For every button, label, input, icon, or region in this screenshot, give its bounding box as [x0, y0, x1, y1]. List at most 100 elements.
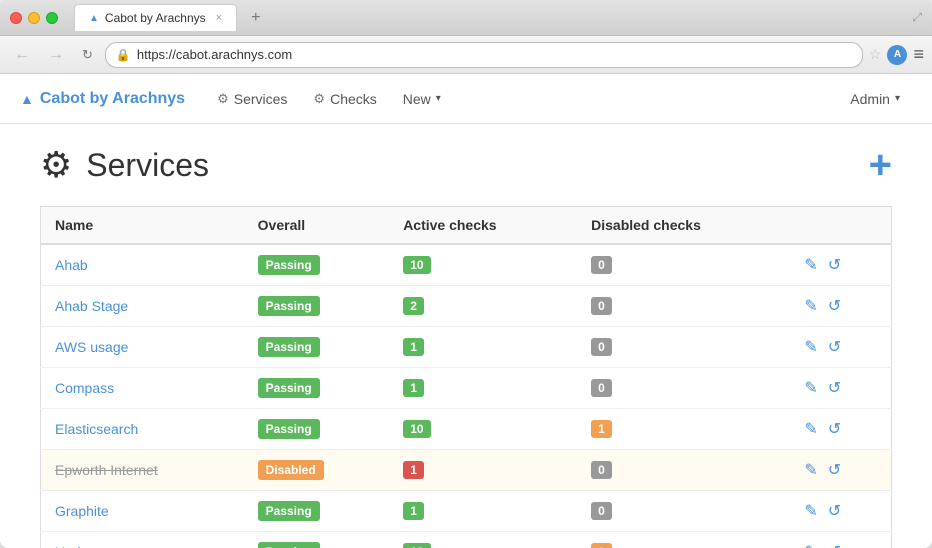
- refresh-service-button[interactable]: ↺: [828, 419, 841, 439]
- main-content: ⚙ Services + Name Overall Active checks …: [0, 124, 932, 548]
- service-name-link[interactable]: Compass: [55, 380, 114, 396]
- table-row: Ahab StagePassing20✎↺: [41, 286, 892, 327]
- active-checks-badge: 1: [403, 379, 424, 397]
- app-content: ▲ Cabot by Arachnys ⚙ Services ⚙ Checks …: [0, 74, 932, 548]
- page-title-area: ⚙ Services: [40, 144, 209, 186]
- checks-gear-icon: ⚙: [313, 91, 325, 107]
- refresh-service-button[interactable]: ↺: [828, 460, 841, 480]
- edit-service-button[interactable]: ✎: [804, 542, 817, 548]
- overall-badge: Passing: [258, 255, 320, 275]
- browser-menu-button[interactable]: ≡: [913, 44, 924, 65]
- bookmark-star-icon[interactable]: ☆: [869, 46, 882, 63]
- refresh-service-button[interactable]: ↺: [828, 501, 841, 521]
- browser-tab[interactable]: ▲ Cabot by Arachnys ×: [74, 4, 237, 31]
- table-row: AWS usagePassing10✎↺: [41, 327, 892, 368]
- address-bar[interactable]: 🔒 https://cabot.arachnys.com: [105, 42, 863, 68]
- edit-service-button[interactable]: ✎: [804, 460, 817, 480]
- action-icons: ✎↺: [804, 255, 877, 275]
- service-name-link[interactable]: Ahab: [55, 257, 88, 273]
- reload-button[interactable]: ↻: [76, 43, 99, 67]
- app-nav: ▲ Cabot by Arachnys ⚙ Services ⚙ Checks …: [0, 74, 932, 124]
- brand-name: Cabot by Arachnys: [40, 90, 185, 108]
- close-dot[interactable]: [10, 12, 22, 24]
- active-checks-badge: 13: [403, 543, 430, 548]
- page-title-icon: ⚙: [40, 144, 72, 186]
- action-icons: ✎↺: [804, 419, 877, 439]
- refresh-service-button[interactable]: ↺: [828, 337, 841, 357]
- url-display: https://cabot.arachnys.com: [137, 47, 852, 62]
- service-name-link[interactable]: Ahab Stage: [55, 298, 128, 314]
- nav-checks-label: Checks: [330, 91, 377, 107]
- nav-checks-link[interactable]: ⚙ Checks: [301, 85, 388, 113]
- table-row: HadoopPassing131✎↺: [41, 532, 892, 548]
- edit-service-button[interactable]: ✎: [804, 255, 817, 275]
- edit-service-button[interactable]: ✎: [804, 337, 817, 357]
- col-active-checks: Active checks: [389, 207, 577, 245]
- service-name-link[interactable]: Graphite: [55, 503, 109, 519]
- new-tab-button[interactable]: +: [243, 3, 268, 33]
- overall-badge: Passing: [258, 296, 320, 316]
- refresh-service-button[interactable]: ↺: [828, 542, 841, 548]
- page-title: Services: [86, 147, 209, 184]
- browser-titlebar: ▲ Cabot by Arachnys × + ⤢: [0, 0, 932, 36]
- admin-caret-icon: ▾: [895, 93, 900, 104]
- new-caret-icon: ▾: [436, 93, 441, 104]
- action-icons: ✎↺: [804, 460, 877, 480]
- col-overall: Overall: [244, 207, 390, 245]
- edit-service-button[interactable]: ✎: [804, 378, 817, 398]
- overall-badge: Passing: [258, 419, 320, 439]
- disabled-checks-badge: 1: [591, 420, 612, 438]
- col-name: Name: [41, 207, 244, 245]
- refresh-service-button[interactable]: ↺: [828, 378, 841, 398]
- disabled-checks-badge: 1: [591, 543, 612, 548]
- action-icons: ✎↺: [804, 542, 877, 548]
- services-table: Name Overall Active checks Disabled chec…: [40, 206, 892, 548]
- service-name-link[interactable]: Epworth Internet: [55, 462, 158, 478]
- browser-toolbar: ← → ↻ 🔒 https://cabot.arachnys.com ☆ A ≡: [0, 36, 932, 74]
- col-actions: [790, 207, 891, 245]
- tab-close-button[interactable]: ×: [216, 12, 222, 24]
- active-checks-badge: 10: [403, 420, 430, 438]
- maximize-dot[interactable]: [46, 12, 58, 24]
- fullscreen-icon[interactable]: ⤢: [912, 10, 922, 25]
- edit-service-button[interactable]: ✎: [804, 501, 817, 521]
- minimize-dot[interactable]: [28, 12, 40, 24]
- table-header: Name Overall Active checks Disabled chec…: [41, 207, 892, 245]
- tab-title: Cabot by Arachnys: [105, 11, 206, 25]
- overall-badge: Passing: [258, 501, 320, 521]
- service-name-link[interactable]: Hadoop: [55, 544, 104, 548]
- active-checks-badge: 1: [403, 461, 424, 479]
- nav-links: ⚙ Services ⚙ Checks New ▾: [205, 85, 838, 113]
- action-icons: ✎↺: [804, 296, 877, 316]
- active-checks-badge: 2: [403, 297, 424, 315]
- edit-service-button[interactable]: ✎: [804, 296, 817, 316]
- table-row: GraphitePassing10✎↺: [41, 491, 892, 532]
- extension-button[interactable]: A: [887, 45, 907, 65]
- overall-badge: Disabled: [258, 460, 324, 480]
- disabled-checks-badge: 0: [591, 297, 612, 315]
- service-name-link[interactable]: AWS usage: [55, 339, 128, 355]
- nav-services-link[interactable]: ⚙ Services: [205, 85, 299, 113]
- back-button[interactable]: ←: [8, 42, 36, 68]
- table-body: AhabPassing100✎↺Ahab StagePassing20✎↺AWS…: [41, 244, 892, 548]
- page-header: ⚙ Services +: [40, 144, 892, 186]
- active-checks-badge: 1: [403, 338, 424, 356]
- action-icons: ✎↺: [804, 378, 877, 398]
- forward-button[interactable]: →: [42, 42, 70, 68]
- services-gear-icon: ⚙: [217, 91, 229, 107]
- refresh-service-button[interactable]: ↺: [828, 255, 841, 275]
- overall-badge: Passing: [258, 542, 320, 548]
- edit-service-button[interactable]: ✎: [804, 419, 817, 439]
- refresh-service-button[interactable]: ↺: [828, 296, 841, 316]
- browser-window: ▲ Cabot by Arachnys × + ⤢ ← → ↻ 🔒 https:…: [0, 0, 932, 548]
- service-name-link[interactable]: Elasticsearch: [55, 421, 138, 437]
- disabled-checks-badge: 0: [591, 461, 612, 479]
- nav-new-dropdown[interactable]: New ▾: [391, 85, 453, 113]
- nav-new-label: New: [403, 91, 431, 107]
- disabled-checks-badge: 0: [591, 379, 612, 397]
- table-row: Epworth InternetDisabled10✎↺: [41, 450, 892, 491]
- brand-link[interactable]: ▲ Cabot by Arachnys: [20, 90, 185, 108]
- nav-admin-label: Admin: [850, 91, 890, 107]
- nav-admin-dropdown[interactable]: Admin ▾: [838, 85, 912, 113]
- add-service-button[interactable]: +: [869, 145, 892, 185]
